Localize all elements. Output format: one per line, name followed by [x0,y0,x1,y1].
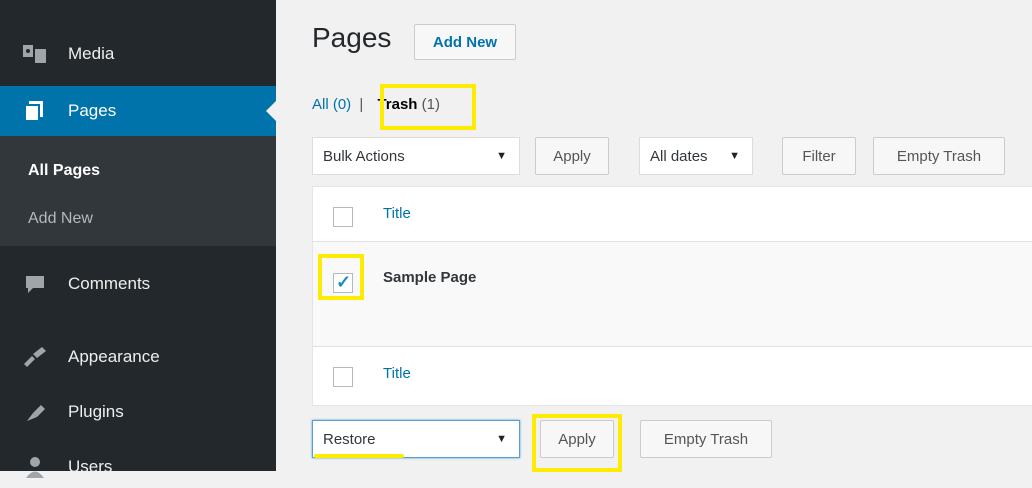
admin-sidebar: Media Pages All Pages Add New Comments A… [0,0,276,478]
apply-button-bottom[interactable]: Apply [540,420,614,458]
sidebar-item-label: Users [68,457,113,476]
filter-button[interactable]: Filter [782,137,856,175]
dropdown-arrow-icon: ▼ [729,150,740,162]
sidebar-item-plugins[interactable]: Plugins [0,391,276,433]
table-row: ✓ Sample Page [313,242,1032,347]
sidebar-item-partial [0,0,276,4]
empty-trash-button-top[interactable]: Empty Trash [873,137,1005,175]
sidebar-item-label: Media [68,44,115,63]
bulk-actions-select-bottom[interactable]: Restore ▼ [312,420,520,458]
sidebar-item-label: Appearance [68,347,160,366]
select-all-checkbox[interactable] [333,207,353,227]
add-new-button[interactable]: Add New [414,24,516,60]
users-icon [22,454,48,480]
pages-icon [22,98,48,124]
submenu-all-pages[interactable]: All Pages [28,162,100,180]
sidebar-item-users[interactable]: Users [0,446,276,488]
comments-icon [22,271,48,297]
row-checkbox[interactable]: ✓ [333,272,353,293]
table-footer-row: Title [313,347,1032,403]
dropdown-arrow-icon: ▼ [496,150,507,162]
plugins-icon [22,399,48,425]
sidebar-item-media[interactable]: Media [0,33,276,75]
sidebar-item-label: Plugins [68,402,124,421]
restore-underline [314,454,404,458]
page-title: Pages [312,22,392,53]
sidebar-item-label: Comments [68,274,151,293]
apply-button-top[interactable]: Apply [535,137,609,175]
filter-separator: | [359,96,364,113]
filter-all-link[interactable]: All (0) [312,96,351,113]
main-content: Pages Add New All (0) | Trash (1) Bulk A… [276,0,1032,472]
sidebar-item-appearance[interactable]: Appearance [0,336,276,378]
partial-icon [22,0,48,6]
sidebar-item-comments[interactable]: Comments [0,263,276,305]
dates-select[interactable]: All dates ▼ [639,137,753,175]
status-filters: All (0) | Trash (1) [312,96,440,113]
empty-trash-button-bottom[interactable]: Empty Trash [640,420,772,458]
sidebar-item-pages[interactable]: Pages [0,86,276,136]
media-icon [22,41,48,67]
filter-trash-link[interactable]: Trash (1) [377,96,440,113]
submenu-add-new[interactable]: Add New [28,210,93,228]
title-column-header[interactable]: Title [383,205,411,222]
bulk-actions-select-top[interactable]: Bulk Actions ▼ [312,137,520,175]
table-header-row: Title [313,187,1032,242]
pages-table: Title ✓ Sample Page Title [312,186,1032,406]
pages-submenu: All Pages Add New [0,136,276,246]
row-title[interactable]: Sample Page [383,269,476,286]
dropdown-arrow-icon: ▼ [496,433,507,445]
checkmark-icon: ✓ [336,272,352,292]
sidebar-item-label: Pages [68,101,117,120]
select-all-checkbox-footer[interactable] [333,367,353,387]
title-column-footer[interactable]: Title [383,365,411,382]
appearance-icon [22,344,48,370]
